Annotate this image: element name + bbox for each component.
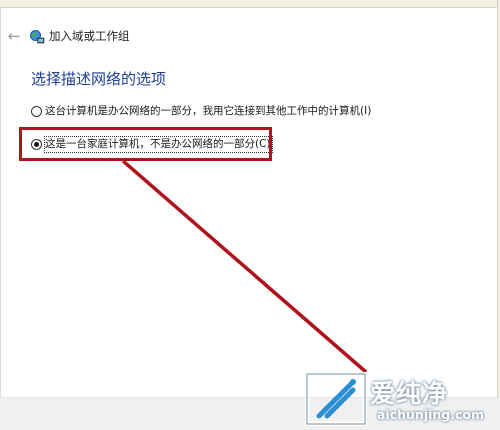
page-heading: 选择描述网络的选项 bbox=[31, 70, 167, 88]
wizard-title: 加入域或工作组 bbox=[49, 29, 130, 43]
back-arrow-icon[interactable]: ← bbox=[5, 27, 23, 45]
watermark-url: aichunjing.com bbox=[377, 407, 485, 422]
window-top-edge bbox=[0, 0, 500, 8]
aichunjing-logo-icon bbox=[305, 372, 367, 426]
annotation-highlight-box bbox=[19, 127, 272, 161]
watermark-brand-text: 爱纯净 bbox=[370, 379, 449, 408]
annotation-pointer-line bbox=[121, 159, 368, 374]
network-join-icon bbox=[30, 30, 45, 44]
radio-office-network[interactable] bbox=[31, 106, 42, 117]
window-left-edge bbox=[0, 8, 1, 430]
option-office-network-label: 这台计算机是办公网络的一部分，我用它连接到其他工作中的计算机(I) bbox=[45, 105, 372, 117]
